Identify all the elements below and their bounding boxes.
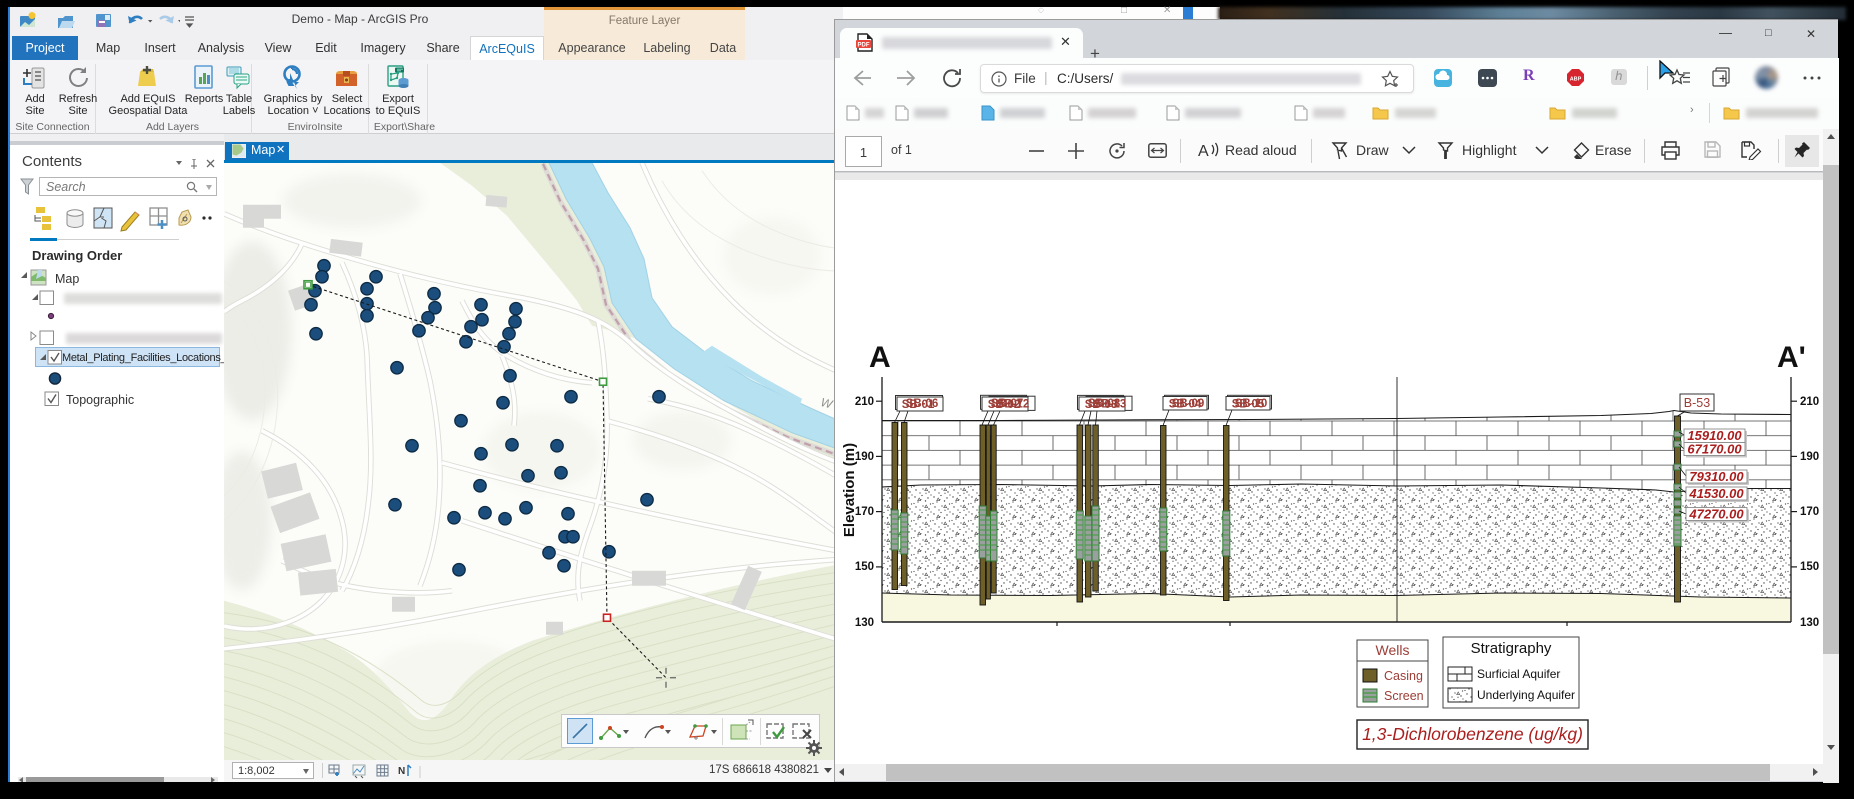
svg-text:150: 150 xyxy=(855,561,874,573)
svg-text:SB-09: SB-09 xyxy=(1172,398,1205,410)
svg-text:SB-12: SB-12 xyxy=(997,399,1030,411)
svg-text:41530.00: 41530.00 xyxy=(1688,486,1744,501)
svg-text:A': A' xyxy=(1777,341,1806,374)
svg-text:SB-06: SB-06 xyxy=(906,398,939,410)
svg-text:67170.00: 67170.00 xyxy=(1687,442,1742,457)
svg-text:N: N xyxy=(398,766,405,777)
svg-text:79310.00: 79310.00 xyxy=(1689,469,1744,484)
svg-text:A: A xyxy=(869,341,891,374)
svg-text:Elevation (m): Elevation (m) xyxy=(841,443,858,537)
svg-text:130: 130 xyxy=(1800,617,1819,629)
svg-text:Surficial Aquifer: Surficial Aquifer xyxy=(1477,667,1560,681)
svg-text:210: 210 xyxy=(855,396,874,408)
svg-text:Stratigraphy: Stratigraphy xyxy=(1471,640,1552,657)
svg-text:47270.00: 47270.00 xyxy=(1688,507,1744,522)
svg-text:Underlying Aquifer: Underlying Aquifer xyxy=(1477,688,1575,702)
svg-text:190: 190 xyxy=(1800,451,1819,463)
svg-text:210: 210 xyxy=(1800,396,1819,408)
svg-text:130: 130 xyxy=(855,617,874,629)
svg-text:ABP: ABP xyxy=(1570,77,1582,83)
svg-text:170: 170 xyxy=(1800,506,1819,518)
svg-text:SB-10: SB-10 xyxy=(1235,398,1268,410)
svg-text:PDF: PDF xyxy=(858,43,870,49)
svg-text:SB-13: SB-13 xyxy=(1094,399,1127,411)
svg-text:Screen: Screen xyxy=(1384,689,1424,703)
svg-text:150: 150 xyxy=(1800,561,1819,573)
svg-text:1,3-Dichlorobenzene (ug/kg): 1,3-Dichlorobenzene (ug/kg) xyxy=(1362,724,1583,744)
svg-text:Wells: Wells xyxy=(1376,642,1410,658)
svg-text:A: A xyxy=(1198,143,1209,160)
svg-text:Casing: Casing xyxy=(1384,669,1423,683)
svg-text:B-53: B-53 xyxy=(1684,396,1710,410)
